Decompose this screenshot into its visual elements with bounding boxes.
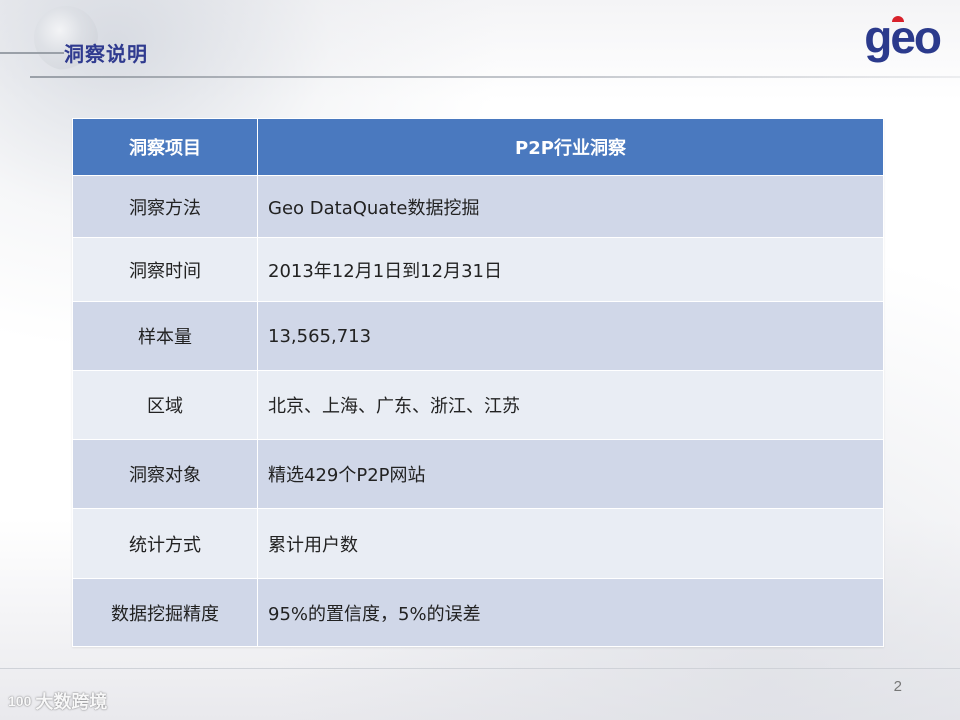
row-label-target: 洞察对象: [72, 439, 258, 509]
header-label-cell: 洞察项目: [72, 118, 258, 176]
header-value-cell: P2P行业洞察: [257, 118, 884, 176]
page-title: 洞察说明: [64, 42, 148, 66]
row-label-sample-size: 样本量: [72, 301, 258, 371]
slide-header: 洞察说明 geo: [0, 0, 960, 80]
row-label-time: 洞察时间: [72, 237, 258, 302]
geo-logo: geo: [864, 14, 942, 60]
logo-accent-mark: [892, 16, 904, 22]
page-number: 2: [893, 678, 902, 695]
row-value-method: Geo DataQuate数据挖掘: [257, 175, 884, 238]
table-row: 洞察方法 Geo DataQuate数据挖掘: [72, 175, 884, 238]
row-value-time: 2013年12月1日到12月31日: [257, 237, 884, 302]
row-value-sample-size: 13,565,713: [257, 301, 884, 371]
row-value-region: 北京、上海、广东、浙江、江苏: [257, 370, 884, 440]
row-label-method: 洞察方法: [72, 175, 258, 238]
table-row: 统计方式 累计用户数: [72, 508, 884, 579]
table-row: 区域 北京、上海、广东、浙江、江苏: [72, 370, 884, 440]
footer-divider: [0, 668, 960, 669]
header-divider: [30, 76, 960, 78]
row-label-precision: 数据挖掘精度: [72, 578, 258, 647]
row-value-stat-method: 累计用户数: [257, 508, 884, 579]
row-label-stat-method: 统计方式: [72, 508, 258, 579]
table-row: 洞察对象 精选429个P2P网站: [72, 439, 884, 509]
watermark-text: 大数跨境: [35, 692, 108, 713]
row-value-target: 精选429个P2P网站: [257, 439, 884, 509]
table-row: 样本量 13,565,713: [72, 301, 884, 371]
header-accent-line: [0, 52, 64, 54]
watermark: 100 大数跨境: [8, 688, 107, 714]
row-value-precision: 95%的置信度，5%的误差: [257, 578, 884, 647]
insight-info-table: 洞察项目 P2P行业洞察 洞察方法 Geo DataQuate数据挖掘 洞察时间…: [72, 118, 884, 647]
table-row: 数据挖掘精度 95%的置信度，5%的误差: [72, 578, 884, 647]
watermark-logo-icon: 100: [8, 693, 32, 709]
table-row: 洞察时间 2013年12月1日到12月31日: [72, 237, 884, 302]
table-header-row: 洞察项目 P2P行业洞察: [72, 118, 884, 176]
row-label-region: 区域: [72, 370, 258, 440]
